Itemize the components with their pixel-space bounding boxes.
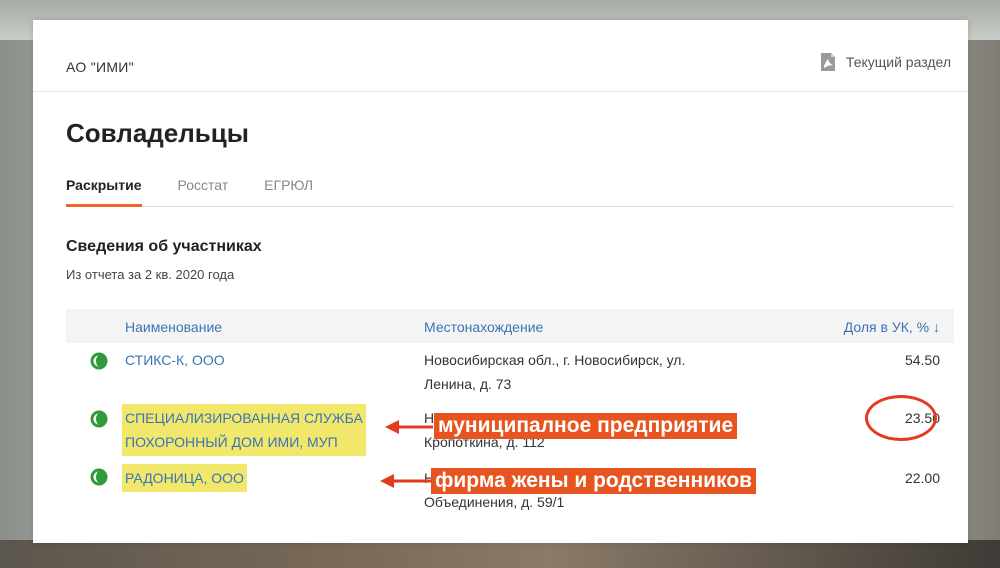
- share-value: 54.50: [904, 352, 940, 368]
- table-row: СТИКС-К, ООО Новосибирская обл., г. Ново…: [66, 346, 954, 394]
- active-status-icon: [90, 352, 108, 370]
- background-bottom: [0, 540, 1000, 568]
- location-line: Ленина, д. 73: [424, 376, 512, 392]
- org-name-line: РАДОНИЦА, ООО: [125, 470, 244, 486]
- org-name-line: СТИКС-К, ООО: [125, 352, 225, 368]
- column-header-share[interactable]: Доля в УК, % ↓: [844, 319, 940, 335]
- current-section-label: Текущий раздел: [845, 54, 951, 70]
- tab-disclosure[interactable]: Раскрытие: [66, 175, 142, 207]
- tab-bar: Раскрытие Росстат ЕГРЮЛ: [66, 175, 954, 207]
- column-header-name[interactable]: Наименование: [125, 319, 222, 335]
- org-name-link[interactable]: СПЕЦИАЛИЗИРОВАННАЯ СЛУЖБА ПОХОРОННЫЙ ДОМ…: [122, 404, 366, 456]
- page-title: Совладельцы: [66, 118, 249, 148]
- arrow-left-icon: [380, 474, 432, 488]
- top-bar: АО "ИМИ" Текущий раздел: [33, 20, 968, 92]
- share-value: 22.00: [904, 470, 940, 486]
- org-name-line: ПОХОРОННЫЙ ДОМ ИМИ, МУП: [125, 434, 338, 450]
- org-name-link[interactable]: СТИКС-К, ООО: [125, 348, 225, 372]
- highlight-circle: [865, 395, 937, 441]
- location-line: Новосибирская обл., г. Новосибирск, ул.: [424, 352, 686, 368]
- active-status-icon: [90, 410, 108, 428]
- tab-rosstat[interactable]: Росстат: [178, 175, 229, 207]
- report-note: Из отчета за 2 кв. 2020 года: [66, 267, 235, 282]
- annotation-family: фирма жены и родственников: [431, 468, 757, 494]
- company-panel: АО "ИМИ" Текущий раздел Совладельцы Раск…: [33, 20, 968, 543]
- annotation-municipal: муниципалное предприятие: [434, 413, 738, 439]
- participants-heading: Сведения об участниках: [66, 238, 262, 255]
- active-status-icon: [90, 468, 108, 486]
- tab-egrul[interactable]: ЕГРЮЛ: [264, 175, 313, 207]
- org-name-link[interactable]: РАДОНИЦА, ООО: [122, 464, 247, 492]
- arrow-left-icon: [385, 420, 433, 434]
- current-section-link[interactable]: Текущий раздел: [820, 52, 951, 72]
- pdf-icon: [820, 53, 835, 71]
- org-name-line: СПЕЦИАЛИЗИРОВАННАЯ СЛУЖБА: [125, 410, 363, 426]
- org-location: Новосибирская обл., г. Новосибирск, ул. …: [424, 348, 754, 396]
- column-header-location[interactable]: Местонахождение: [424, 319, 543, 335]
- company-name: АО "ИМИ": [66, 59, 134, 75]
- table-header: Наименование Местонахождение Доля в УК, …: [66, 309, 954, 343]
